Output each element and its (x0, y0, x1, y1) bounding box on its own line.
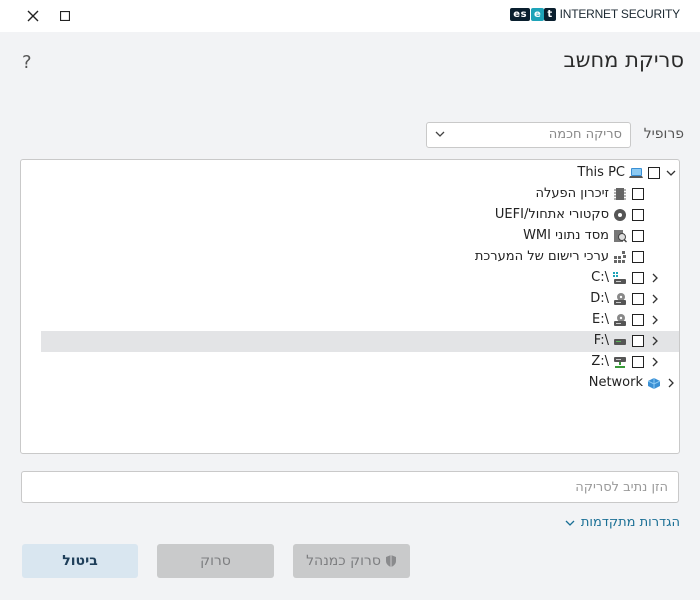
checkbox-this-pc[interactable] (648, 167, 660, 179)
tree-label-drive-c: C:\ (591, 270, 609, 285)
chevron-right-icon[interactable] (650, 315, 660, 325)
tree-row-boot-sectors[interactable]: סקטורי אתחול/UEFI (21, 205, 679, 226)
system-drive-icon (613, 272, 626, 284)
checkbox-wmi[interactable] (632, 230, 644, 242)
chevron-down-icon (565, 520, 575, 526)
computer-icon (629, 168, 643, 178)
cancel-label: ביטול (62, 553, 98, 569)
cd-drive-icon (614, 293, 626, 305)
network-drive-icon (614, 357, 626, 368)
page-title: סריקת מחשב (563, 48, 684, 72)
close-button[interactable] (19, 4, 47, 28)
tree-label-wmi: מסד נתוני WMI (523, 228, 609, 243)
tree-row-drive-c[interactable]: C:\ (21, 268, 679, 289)
tree-label-network: Network (588, 375, 643, 390)
checkbox-drive-d[interactable] (632, 293, 644, 305)
tree-label-memory: זיכרון הפעלה (535, 186, 609, 201)
advanced-settings-label: הגדרות מתקדמות (580, 515, 680, 530)
tree-row-wmi[interactable]: מסד נתוני WMI (21, 226, 679, 247)
tree-row-this-pc[interactable]: This PC (21, 163, 679, 184)
tree-row-drive-d[interactable]: D:\ (21, 289, 679, 310)
product-name: INTERNET SECURITY (559, 7, 681, 21)
tree-row-network[interactable]: Network (21, 373, 679, 394)
maximize-icon (60, 11, 70, 21)
chevron-right-icon[interactable] (650, 294, 660, 304)
profile-label: פרופיל (643, 126, 684, 142)
scan-label: סרוק (200, 553, 231, 569)
tree-row-drive-f[interactable]: F:\ (41, 331, 679, 352)
brand: es e t INTERNET SECURITY (510, 7, 680, 21)
tree-row-drive-e[interactable]: E:\ (21, 310, 679, 331)
tree-label-registry: ערכי רישום של המערכת (474, 249, 609, 264)
tree-label-drive-f: F:\ (593, 333, 609, 348)
scan-as-admin-button[interactable]: סרוק כמנהל (293, 544, 410, 578)
chevron-down-icon[interactable] (666, 168, 676, 178)
chevron-down-icon (435, 131, 445, 137)
registry-icon (614, 251, 626, 263)
eset-logo: es e t (510, 7, 556, 21)
maximize-button[interactable] (51, 4, 79, 28)
close-icon (27, 10, 39, 22)
shield-icon (385, 555, 396, 567)
chevron-right-icon[interactable] (650, 336, 660, 346)
tree-label-drive-z: Z:\ (591, 354, 609, 369)
cancel-button[interactable]: ביטול (22, 544, 138, 578)
chevron-right-icon[interactable] (666, 378, 676, 388)
scan-path-input[interactable] (21, 471, 679, 503)
checkbox-drive-c[interactable] (632, 272, 644, 284)
checkbox-memory[interactable] (632, 188, 644, 200)
scan-as-admin-label: סרוק כמנהל (306, 553, 381, 569)
checkbox-drive-z[interactable] (632, 356, 644, 368)
tree-row-drive-z[interactable]: Z:\ (21, 352, 679, 373)
network-icon (647, 378, 661, 389)
checkbox-drive-e[interactable] (632, 314, 644, 326)
title-bar: es e t INTERNET SECURITY (0, 0, 700, 32)
cd-drive-icon (614, 314, 626, 326)
checkbox-registry[interactable] (632, 251, 644, 263)
memory-chip-icon (614, 188, 626, 200)
scan-button[interactable]: סרוק (157, 544, 274, 578)
chevron-right-icon[interactable] (650, 273, 660, 283)
advanced-settings-toggle[interactable]: הגדרות מתקדמות (565, 515, 680, 530)
tree-label-this-pc: This PC (577, 165, 625, 180)
profile-selected-value: סריקה חכמה (548, 127, 622, 142)
tree-row-memory[interactable]: זיכרון הפעלה (21, 184, 679, 205)
removable-drive-icon (614, 339, 626, 345)
chevron-right-icon[interactable] (650, 357, 660, 367)
disc-icon (614, 209, 626, 221)
scan-target-tree[interactable]: This PC זיכרון הפעלה סקטורי אתחול/UEFI מ… (20, 159, 680, 454)
checkbox-boot-sectors[interactable] (632, 209, 644, 221)
tree-label-drive-d: D:\ (590, 291, 609, 306)
profile-dropdown[interactable]: סריקה חכמה (426, 122, 631, 148)
database-icon (614, 230, 627, 243)
help-button[interactable]: ? (22, 52, 32, 73)
checkbox-drive-f[interactable] (632, 335, 644, 347)
tree-label-boot-sectors: סקטורי אתחול/UEFI (494, 207, 609, 222)
tree-label-drive-e: E:\ (592, 312, 609, 327)
tree-row-registry[interactable]: ערכי רישום של המערכת (21, 247, 679, 268)
